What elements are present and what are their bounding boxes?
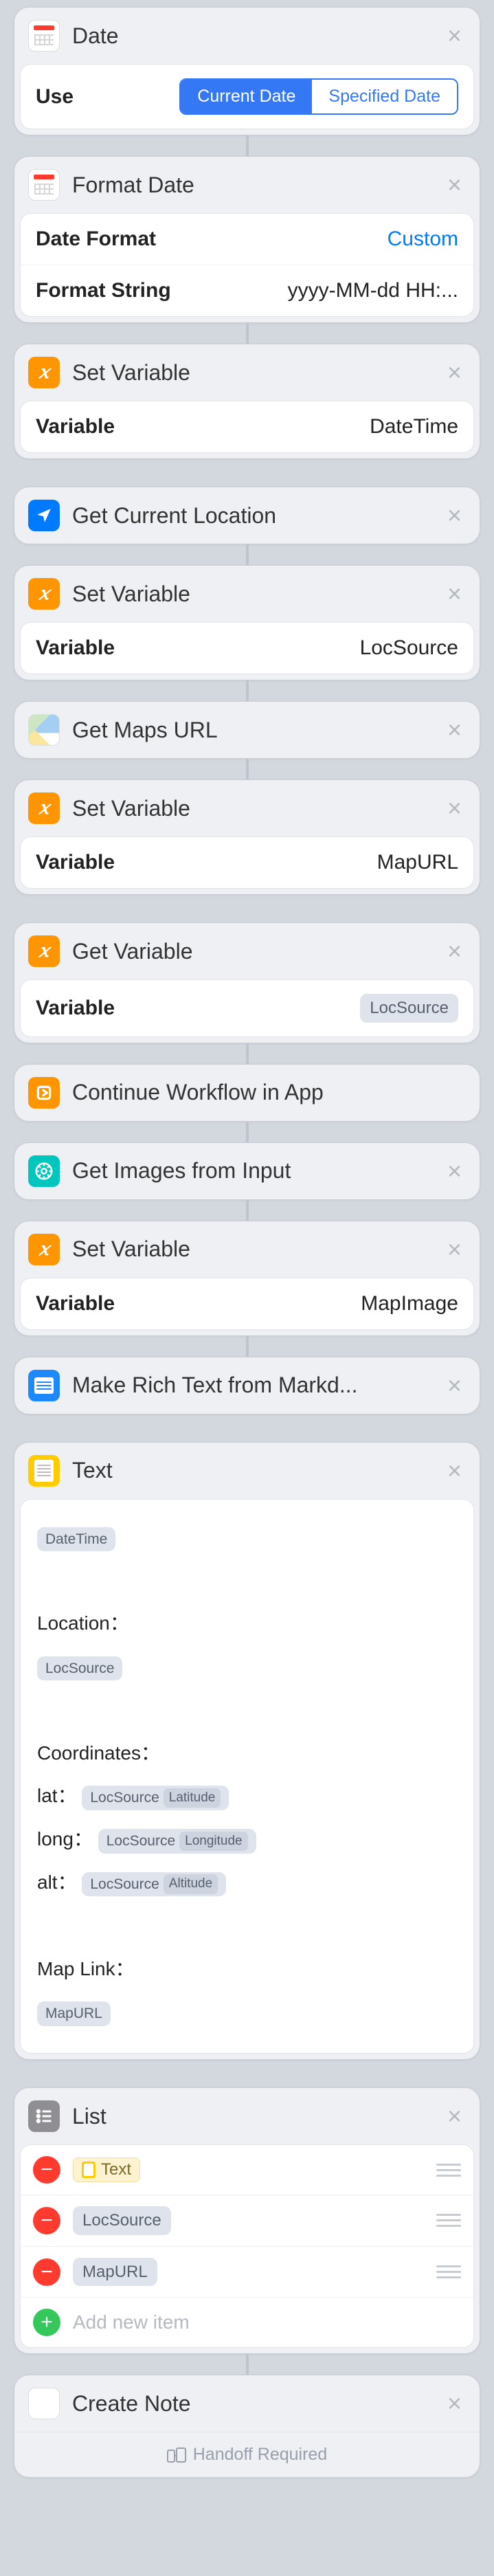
list-item-text: − Text [21, 2145, 473, 2195]
variable-value: DateTime [370, 415, 458, 438]
row-use: Use Current Date Specified Date [21, 65, 473, 129]
row-variable[interactable]: Variable MapURL [21, 837, 473, 888]
close-icon[interactable]: × [443, 173, 466, 197]
remove-button[interactable]: − [33, 2258, 60, 2286]
drag-handle[interactable] [436, 2164, 461, 2177]
variable-icon: 𝑥 [28, 578, 60, 610]
close-icon[interactable]: × [443, 796, 466, 821]
card-header: Date × [14, 8, 480, 64]
format-string-value: yyyy-MM-dd HH:... [288, 279, 458, 302]
location-icon [28, 500, 60, 531]
richtext-icon [28, 1370, 60, 1401]
use-label: Use [36, 85, 74, 109]
connector [246, 135, 249, 156]
text-icon [28, 1455, 60, 1487]
action-get-maps-url: Get Maps URL × [14, 701, 480, 759]
variable-token[interactable]: LocSource [360, 994, 458, 1023]
action-title: Format Date [72, 173, 431, 198]
action-set-variable-datetime: 𝑥 Set Variable × Variable DateTime [14, 344, 480, 459]
token-long[interactable]: LocSource Longitude [98, 1829, 256, 1853]
close-icon[interactable]: × [443, 581, 466, 606]
close-icon[interactable]: × [443, 1458, 466, 1483]
action-set-variable-mapurl: 𝑥 Set Variable × Variable MapURL [14, 779, 480, 895]
token-mapurl[interactable]: MapURL [73, 2258, 157, 2287]
row-date-format[interactable]: Date Format Custom [21, 214, 473, 265]
token-locsource[interactable]: LocSource [73, 2206, 171, 2235]
maps-icon [28, 714, 60, 746]
action-text: Text × DateTime Location： LocSource Coor… [14, 1442, 480, 2061]
calendar-icon [28, 169, 60, 201]
calendar-icon [28, 20, 60, 52]
close-icon[interactable]: × [443, 1159, 466, 1184]
close-icon[interactable]: × [443, 23, 466, 48]
row-variable[interactable]: Variable LocSource [21, 980, 473, 1036]
action-set-variable-locsource: 𝑥 Set Variable × Variable LocSource [14, 565, 480, 680]
list-item-mapurl: − MapURL [21, 2247, 473, 2298]
variable-icon: 𝑥 [28, 935, 60, 967]
date-format-value: Custom [388, 227, 458, 251]
action-continue-workflow: Continue Workflow in App [14, 1064, 480, 1122]
notes-icon [28, 2388, 60, 2419]
action-get-variable: 𝑥 Get Variable × Variable LocSource [14, 922, 480, 1043]
continue-icon [28, 1077, 60, 1109]
close-icon[interactable]: × [443, 1373, 466, 1398]
token-datetime[interactable]: DateTime [37, 1527, 115, 1551]
row-format-string[interactable]: Format String yyyy-MM-dd HH:... [21, 265, 473, 316]
segmented-control: Current Date Specified Date [179, 78, 458, 115]
seg-current-date[interactable]: Current Date [181, 80, 312, 113]
variable-icon: 𝑥 [28, 357, 60, 388]
action-get-current-location: Get Current Location × [14, 487, 480, 544]
close-icon[interactable]: × [443, 718, 466, 742]
drag-handle[interactable] [436, 2265, 461, 2278]
close-icon[interactable]: × [443, 503, 466, 528]
action-format-date: Format Date × Date Format Custom Format … [14, 156, 480, 323]
row-variable[interactable]: Variable MapImage [21, 1278, 473, 1329]
token-alt[interactable]: LocSource Altitude [82, 1872, 226, 1896]
close-icon[interactable]: × [443, 2391, 466, 2416]
add-button[interactable]: + [33, 2309, 60, 2336]
action-list: List × − Text − LocSource − MapURL + Add… [14, 2087, 480, 2354]
variable-icon: 𝑥 [28, 792, 60, 824]
card-body: Use Current Date Specified Date [20, 64, 474, 129]
close-icon[interactable]: × [443, 1237, 466, 1262]
seg-specified-date[interactable]: Specified Date [312, 80, 457, 113]
remove-button[interactable]: − [33, 2156, 60, 2184]
images-icon [28, 1155, 60, 1187]
token-mapurl[interactable]: MapURL [37, 2001, 111, 2025]
action-date: Date × Use Current Date Specified Date [14, 7, 480, 135]
close-icon[interactable]: × [443, 939, 466, 964]
drag-handle[interactable] [436, 2214, 461, 2227]
remove-button[interactable]: − [33, 2207, 60, 2234]
close-icon[interactable]: × [443, 360, 466, 385]
text-icon [82, 2162, 96, 2178]
row-variable[interactable]: Variable DateTime [21, 401, 473, 452]
list-icon [28, 2100, 60, 2132]
token-lat[interactable]: LocSource Latitude [82, 1786, 229, 1810]
token-locsource[interactable]: LocSource [37, 1656, 122, 1680]
list-item-locsource: − LocSource [21, 2195, 473, 2247]
action-create-note: Create Note × Handoff Required [14, 2375, 480, 2478]
close-icon[interactable]: × [443, 2104, 466, 2129]
handoff-required: Handoff Required [14, 2432, 480, 2477]
text-content[interactable]: DateTime Location： LocSource Coordinates… [20, 1499, 474, 2054]
action-make-rich-text: Make Rich Text from Markd... × [14, 1357, 480, 1414]
variable-icon: 𝑥 [28, 1234, 60, 1265]
action-set-variable-mapimage: 𝑥 Set Variable × Variable MapImage [14, 1221, 480, 1336]
row-variable[interactable]: Variable LocSource [21, 623, 473, 674]
list-add-item[interactable]: + Add new item [21, 2298, 473, 2347]
token-text-action[interactable]: Text [73, 2157, 140, 2182]
action-title: Date [72, 23, 431, 49]
action-get-images: Get Images from Input × [14, 1142, 480, 1200]
